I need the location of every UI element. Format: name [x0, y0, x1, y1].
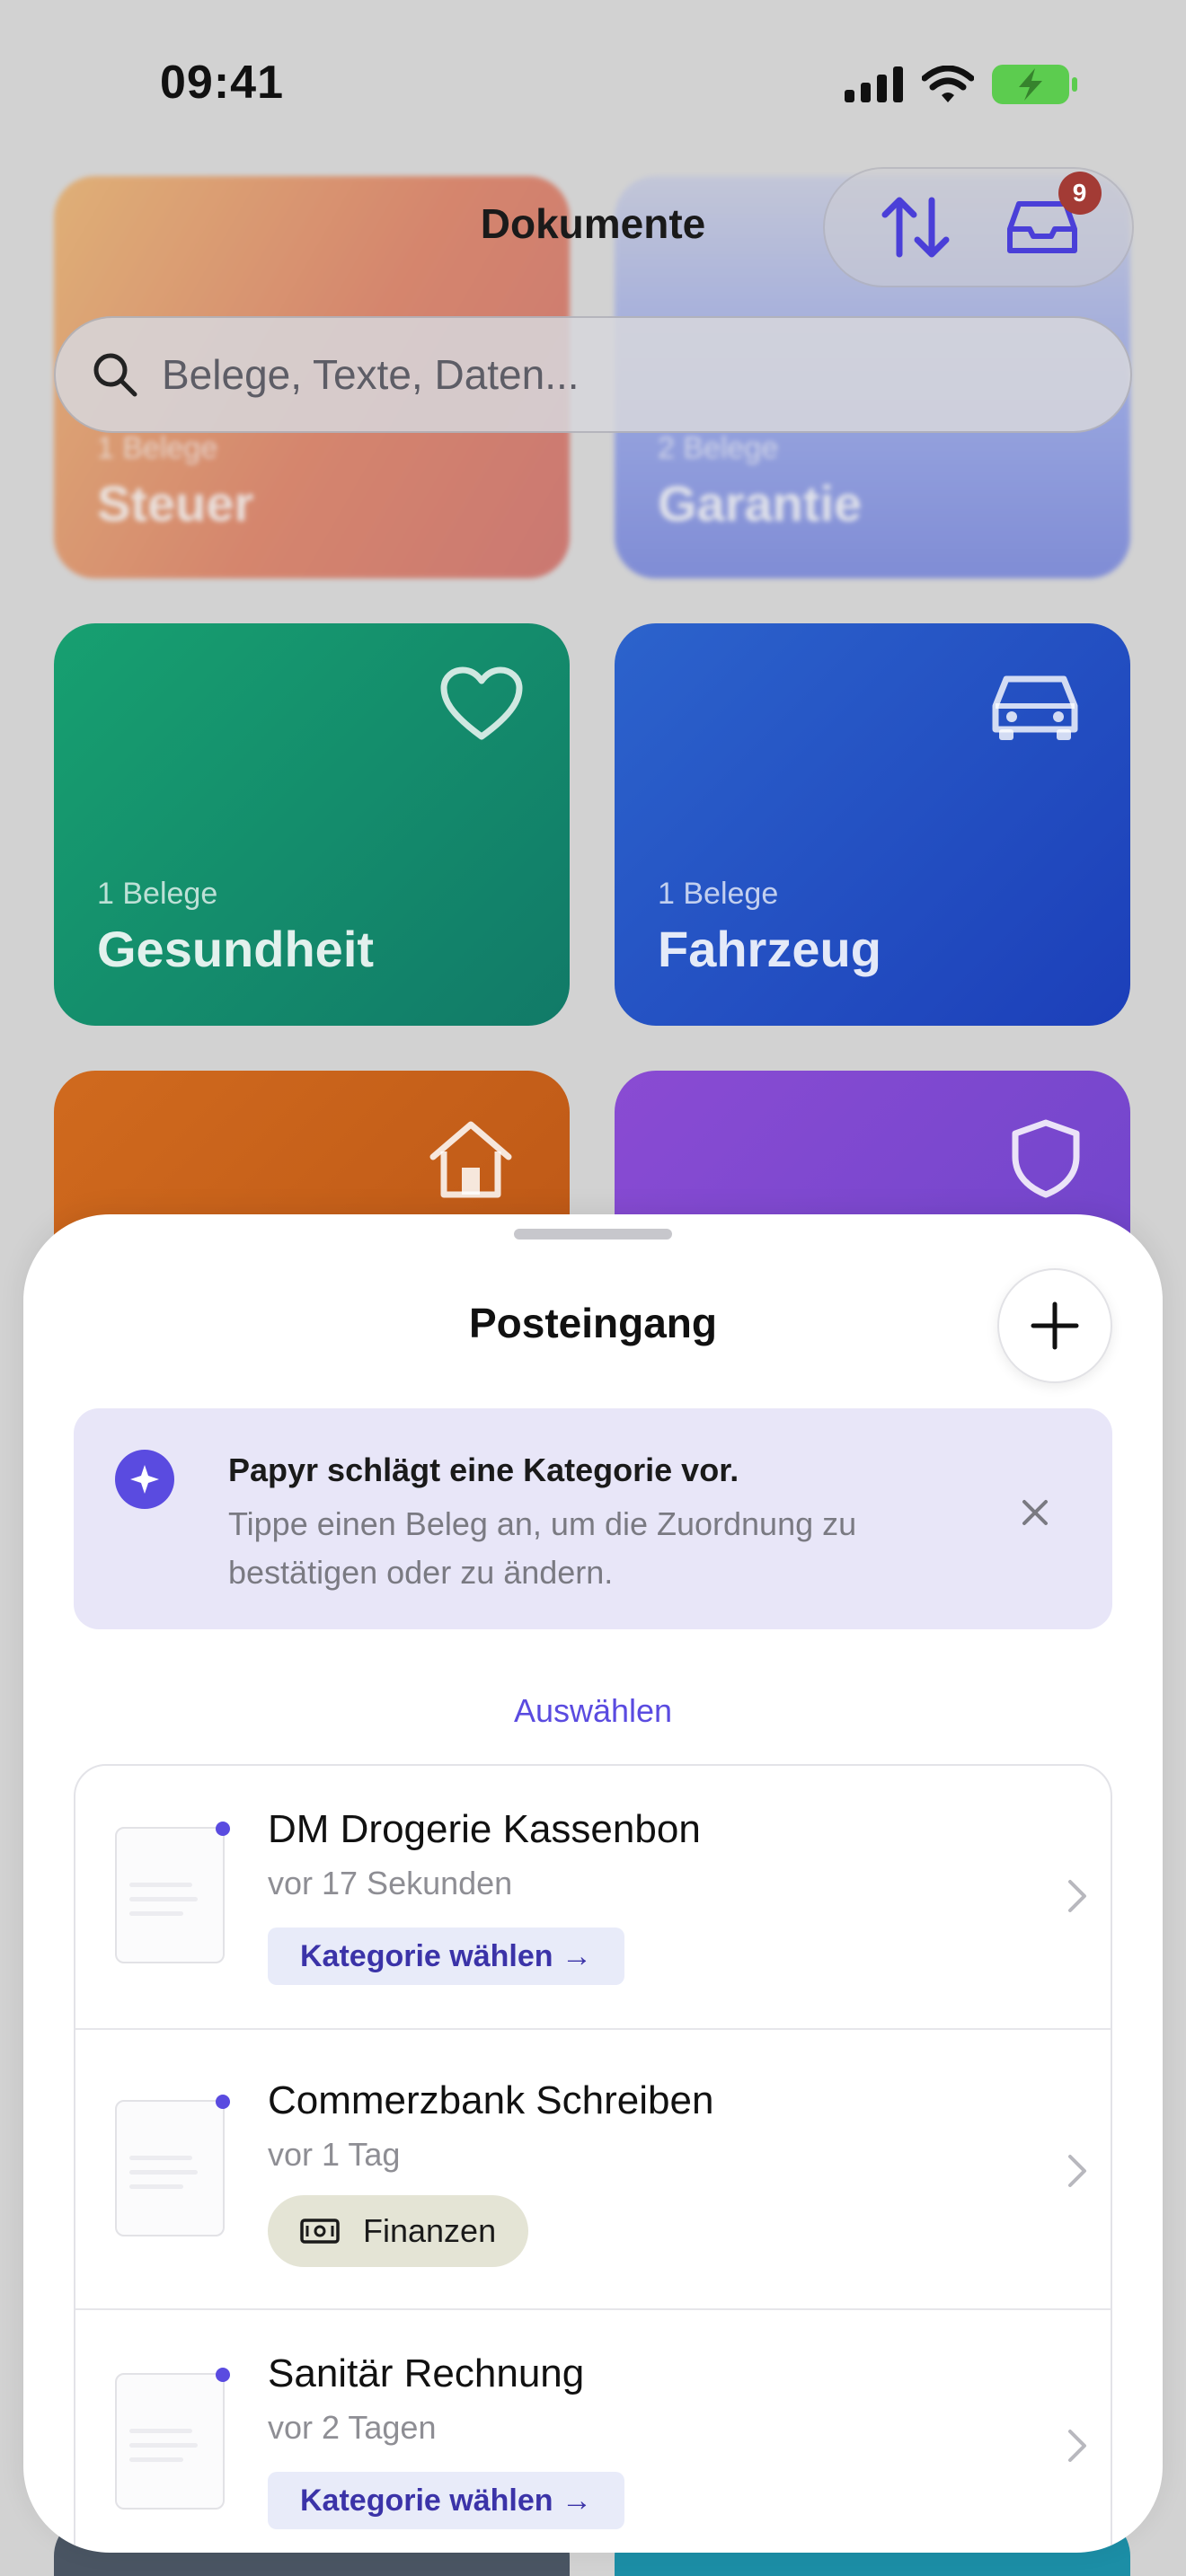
list-item[interactable]: Commerzbank Schreiben vor 1 Tag Finanzen: [75, 2030, 1111, 2308]
battery-charging-icon: [992, 65, 1077, 104]
sort-button[interactable]: [871, 182, 960, 272]
list-item[interactable]: Sanitär Rechnung vor 2 Tagen Kategorie w…: [75, 2310, 1111, 2553]
inbox-button[interactable]: 9: [997, 172, 1102, 272]
sort-arrows-icon: [881, 197, 949, 258]
sheet-title: Posteingang: [468, 1300, 718, 1346]
cellular-signal-icon: [845, 66, 903, 102]
category-name: Gesundheit: [97, 921, 375, 977]
sparkle-icon: [115, 1450, 174, 1509]
status-time: 09:41: [160, 57, 284, 109]
close-icon: [1022, 1500, 1048, 1525]
suggestion-text: Tippe einen Beleg an, um die Zuordnung z…: [228, 1505, 857, 1591]
category-count: 1 Belege: [658, 877, 779, 911]
document-title: DM Drogerie Kassenbon: [268, 1807, 701, 1851]
select-button[interactable]: Auswählen: [23, 1692, 1163, 1730]
document-time: vor 17 Sekunden: [268, 1865, 513, 1901]
car-icon: [992, 675, 1078, 740]
document-time: vor 1 Tag: [268, 2136, 401, 2173]
chevron-right-icon: [1068, 1880, 1086, 1912]
list-item[interactable]: DM Drogerie Kassenbon vor 17 Sekunden Ka…: [75, 1766, 1111, 2028]
close-banner-button[interactable]: [1008, 1486, 1062, 1539]
suggestion-title: Papyr schlägt eine Kategorie vor.: [228, 1451, 739, 1488]
unread-dot: [216, 1822, 230, 1836]
heart-icon: [440, 666, 523, 740]
document-thumbnail: [115, 1827, 225, 1963]
category-tile-gesundheit[interactable]: 1 Belege Gesundheit: [54, 623, 570, 1026]
search-icon: [93, 353, 137, 397]
inbox-sheet: Posteingang Papyr schlägt eine Kategorie…: [23, 1214, 1163, 2553]
chevron-right-icon: [1068, 2155, 1086, 2187]
document-thumbnail: [115, 2100, 225, 2236]
document-time: vor 2 Tagen: [268, 2409, 437, 2446]
unread-dot: [216, 2095, 230, 2109]
suggestion-banner: Papyr schlägt eine Kategorie vor. Tippe …: [74, 1408, 1112, 1629]
shield-icon: [1012, 1119, 1080, 1198]
document-title: Commerzbank Schreiben: [268, 2078, 714, 2122]
inbox-list: DM Drogerie Kassenbon vor 17 Sekunden Ka…: [74, 1764, 1112, 2553]
category-name: Garantie: [658, 475, 863, 532]
house-icon: [429, 1121, 512, 1198]
category-tile-fahrzeug[interactable]: 1 Belege Fahrzeug: [615, 623, 1130, 1026]
category-chip-label: Finanzen: [363, 2212, 497, 2249]
choose-category-button[interactable]: Kategorie wählen →: [268, 2472, 624, 2529]
category-name: Fahrzeug: [658, 921, 881, 977]
plus-icon: [1031, 1301, 1079, 1350]
chevron-right-icon: [1068, 2430, 1086, 2462]
banknote-icon: [300, 2219, 340, 2244]
category-count: 1 Belege: [97, 431, 218, 465]
inbox-badge: 9: [1058, 172, 1102, 215]
search-field[interactable]: Belege, Texte, Daten...: [54, 316, 1132, 433]
category-count: 2 Belege: [658, 431, 779, 465]
search-placeholder: Belege, Texte, Daten...: [162, 351, 580, 398]
unread-dot: [216, 2368, 230, 2382]
header-actions: 9: [823, 167, 1134, 287]
wifi-icon: [922, 66, 974, 102]
add-document-button[interactable]: [997, 1268, 1112, 1383]
category-chip[interactable]: Finanzen: [268, 2195, 529, 2267]
status-icons: [845, 65, 1078, 104]
sheet-grabber[interactable]: [514, 1229, 672, 1239]
document-thumbnail: [115, 2373, 225, 2510]
choose-category-button[interactable]: Kategorie wählen →: [268, 1928, 624, 1985]
category-count: 1 Belege: [97, 877, 218, 911]
document-title: Sanitär Rechnung: [268, 2351, 585, 2395]
category-name: Steuer: [97, 475, 254, 532]
